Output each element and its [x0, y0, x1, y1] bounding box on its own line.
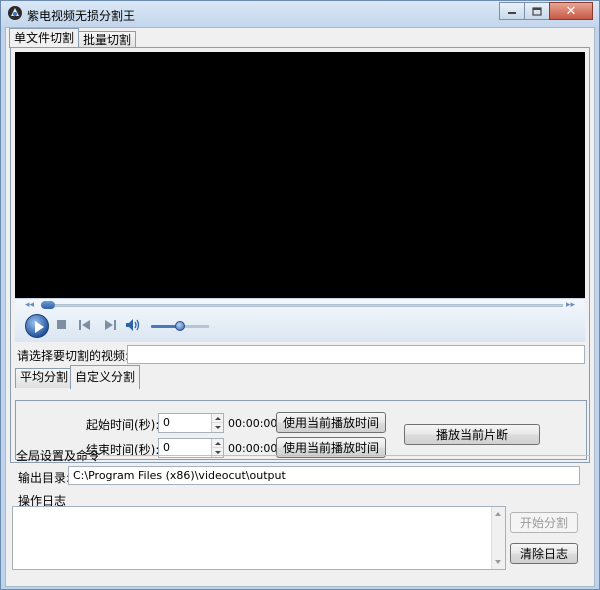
minimize-button[interactable] — [499, 2, 525, 20]
scroll-down-icon[interactable] — [495, 560, 501, 564]
seek-bar[interactable] — [41, 304, 563, 307]
start-time-display: 00:00:00 — [228, 417, 278, 430]
start-time-value: 0 — [163, 416, 170, 429]
end-time-display: 00:00:00 — [228, 442, 278, 455]
log-textarea[interactable] — [12, 506, 506, 570]
app-icon — [8, 6, 22, 20]
stop-icon[interactable] — [57, 320, 66, 329]
tab-custom-split[interactable]: 自定义分割 — [70, 365, 141, 389]
start-time-spinner[interactable]: 0 — [158, 413, 224, 433]
seek-thumb[interactable] — [41, 301, 55, 309]
player-controls: ◂◂ ▸▸ — [15, 298, 585, 342]
global-settings-divider — [106, 455, 590, 456]
tab-average-split[interactable]: 平均分割 — [15, 368, 74, 388]
use-current-time-start-button[interactable]: 使用当前播放时间 — [276, 412, 386, 433]
window-title: 紫电视频无损分割王 — [27, 9, 136, 23]
log-scrollbar[interactable] — [491, 507, 505, 569]
custom-split-panel: 起始时间(秒): 0 00:00:00 使用当前播放时间 结束时间(秒): 0 — [15, 400, 587, 460]
client-area: 单文件切割 批量切割 ◂◂ ▸▸ 请选择要切割的视频: 平均分割 自定义分割 起… — [5, 27, 595, 587]
output-dir-label: 输出目录: — [18, 471, 71, 485]
end-spin-up-icon[interactable] — [212, 439, 223, 448]
scroll-up-icon[interactable] — [495, 512, 501, 516]
close-button[interactable]: ✕ — [549, 2, 593, 20]
video-display — [15, 52, 585, 298]
tab-single-file[interactable]: 单文件切割 — [9, 28, 80, 48]
file-path-input[interactable] — [127, 345, 585, 364]
seek-forward-icon[interactable]: ▸▸ — [566, 300, 575, 310]
start-spin-up-icon[interactable] — [212, 414, 223, 423]
window-controls: ✕ — [499, 2, 593, 20]
tab-batch[interactable]: 批量切割 — [78, 31, 137, 48]
close-icon: ✕ — [565, 3, 577, 19]
title-bar[interactable]: 紫电视频无损分割王 ✕ — [1, 1, 599, 27]
output-dir-input[interactable]: C:\Program Files (x86)\videocut\output — [68, 466, 580, 485]
play-segment-button[interactable]: 播放当前片断 — [404, 424, 540, 445]
single-file-panel: ◂◂ ▸▸ 请选择要切割的视频: 平均分割 自定义分割 起始时间(秒): 0 0… — [10, 47, 590, 463]
seek-back-icon[interactable]: ◂◂ — [25, 300, 34, 310]
volume-icon[interactable] — [126, 319, 142, 331]
play-button[interactable] — [25, 314, 49, 338]
start-split-button[interactable]: 开始分割 — [510, 512, 578, 533]
maximize-icon — [532, 6, 542, 16]
next-icon[interactable] — [104, 320, 116, 330]
maximize-button[interactable] — [524, 2, 550, 20]
file-select-label: 请选择要切割的视频: — [17, 349, 130, 363]
end-time-value: 0 — [163, 441, 170, 454]
app-window: 紫电视频无损分割王 ✕ 单文件切割 批量切割 ◂◂ ▸▸ 请选择要切割的视频: … — [0, 0, 600, 590]
clear-log-button[interactable]: 清除日志 — [510, 543, 578, 564]
previous-icon[interactable] — [79, 320, 91, 330]
start-spin-down-icon[interactable] — [212, 423, 223, 432]
minimize-icon — [508, 12, 516, 14]
volume-thumb[interactable] — [175, 321, 185, 331]
start-time-label: 起始时间(秒): — [86, 418, 160, 432]
global-settings-title: 全局设置及命令 — [16, 449, 101, 463]
